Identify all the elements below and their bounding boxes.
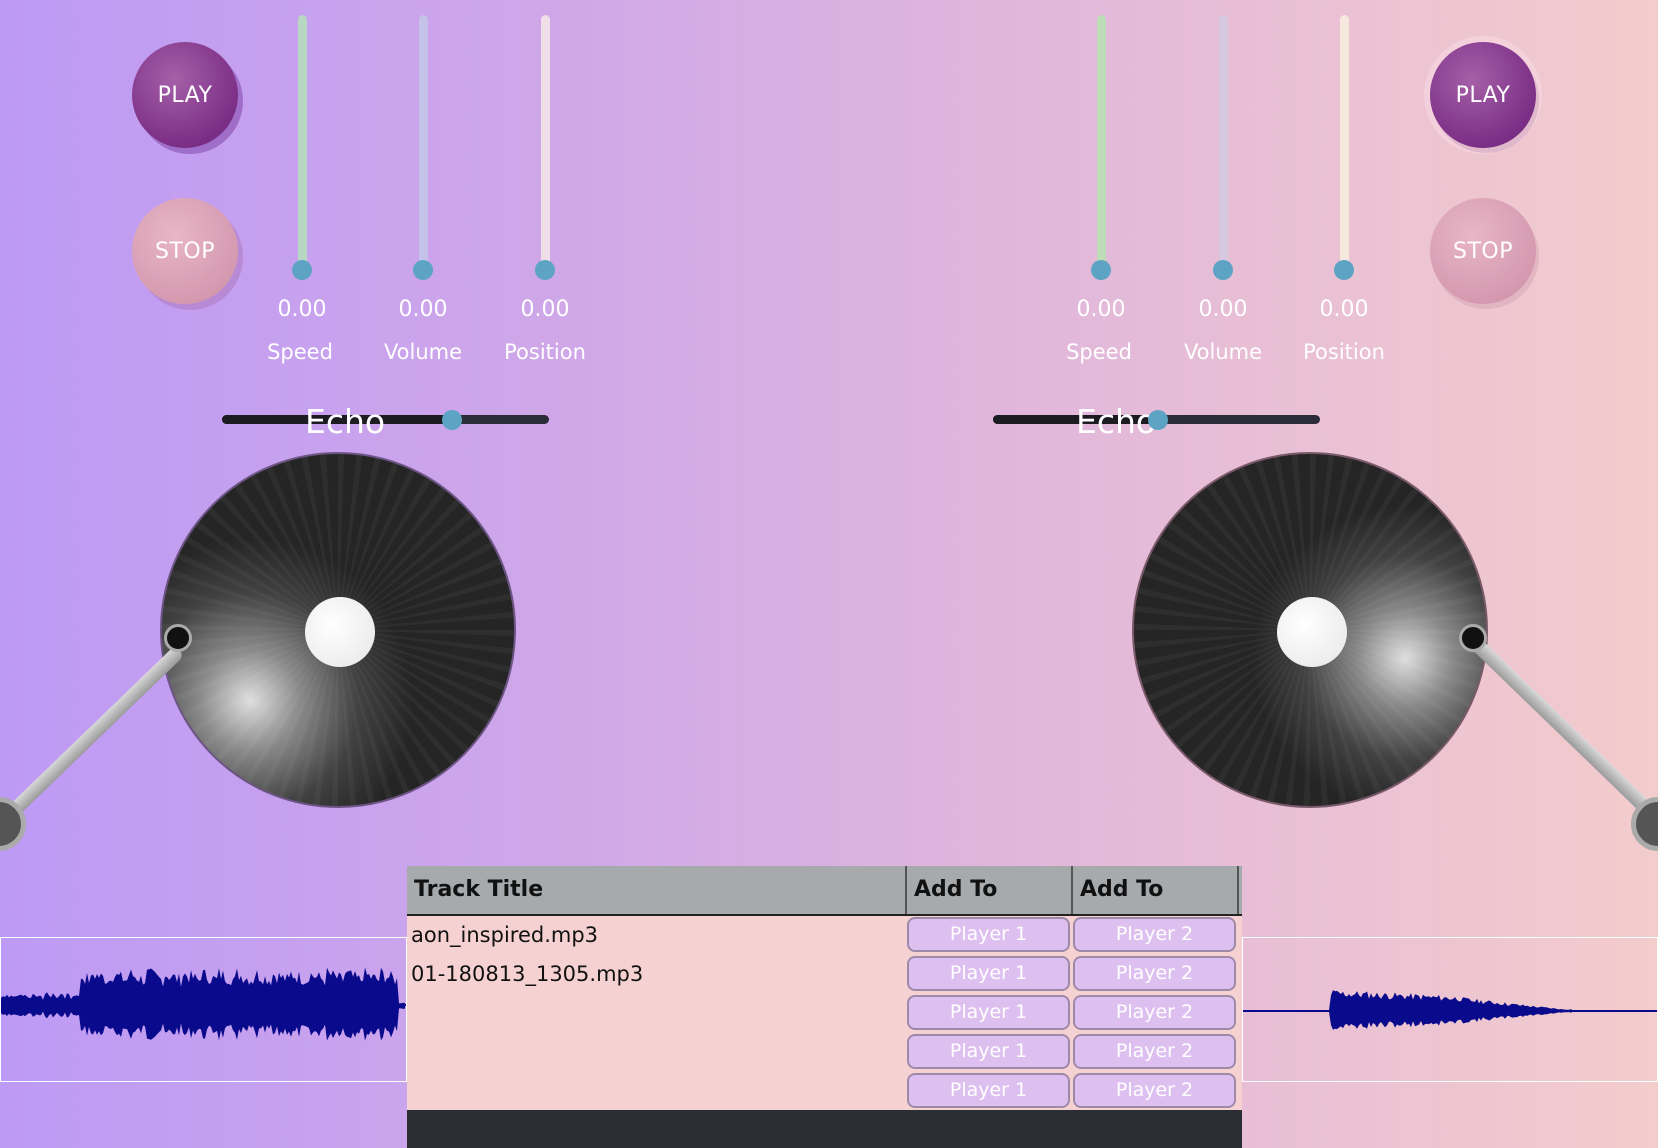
playlist-footer-bar <box>407 1110 1242 1148</box>
deck-left-tonearm-head <box>164 624 192 652</box>
deck-left-stop-button[interactable]: STOP <box>132 198 238 304</box>
deck-right-tonearm <box>1465 632 1655 817</box>
deck-left-echo-thumb[interactable] <box>442 410 462 430</box>
row-5-add-player2-button[interactable]: Player 2 <box>1073 1073 1236 1108</box>
deck-left-speed-slider[interactable] <box>298 15 307 270</box>
right-wave-paths <box>1243 990 1657 1030</box>
deck-right-turntable[interactable] <box>1132 452 1488 808</box>
deck-left-volume-thumb[interactable] <box>413 260 433 280</box>
row-3-add-player1-button[interactable]: Player 1 <box>907 995 1070 1030</box>
deck-left-tonearm <box>0 645 185 828</box>
row-4-add-player1-button[interactable]: Player 1 <box>907 1034 1070 1069</box>
deck-left-position-label: Position <box>504 340 586 364</box>
deck-left-speed-value: 0.00 <box>277 297 327 322</box>
deck-right-echo-thumb[interactable] <box>1148 410 1168 430</box>
deck-right-position-value: 0.00 <box>1319 297 1369 322</box>
deck-right-stop-button[interactable]: STOP <box>1430 198 1536 304</box>
deck-left-position-slider[interactable] <box>541 15 550 270</box>
deck-right-waveform-graph <box>1243 990 1657 1030</box>
playlist-table: Track Title Add To Add To aon_inspired.m… <box>407 866 1242 1148</box>
deck-right-speed-slider[interactable] <box>1097 15 1106 270</box>
deck-left-position-value: 0.00 <box>520 297 570 322</box>
row-4-add-player2-button[interactable]: Player 2 <box>1073 1034 1236 1069</box>
deck-left-speed-label: Speed <box>267 340 333 364</box>
deck-right-tonearm-head <box>1459 624 1487 652</box>
deck-right-record-label <box>1277 597 1347 667</box>
track-title-1[interactable]: aon_inspired.mp3 <box>411 923 598 947</box>
row-2-add-player2-button[interactable]: Player 2 <box>1073 956 1236 991</box>
deck-right-speed-label: Speed <box>1066 340 1132 364</box>
deck-right-volume-thumb[interactable] <box>1213 260 1233 280</box>
deck-left-turntable[interactable] <box>160 452 516 808</box>
deck-left-echo-label: Echo <box>305 402 386 441</box>
deck-left-volume-label: Volume <box>383 340 463 364</box>
deck-right-echo-label: Echo <box>1076 402 1157 441</box>
deck-left-vinyl-record <box>160 452 516 808</box>
deck-left-volume-slider[interactable] <box>419 15 428 270</box>
deck-right-play-button[interactable]: PLAY <box>1430 42 1536 148</box>
playlist-header: Track Title Add To Add To <box>407 866 1242 916</box>
deck-right-position-thumb[interactable] <box>1334 260 1354 280</box>
deck-left-record-label <box>305 597 375 667</box>
left-wave-paths <box>1 967 406 1041</box>
deck-left-play-button[interactable]: PLAY <box>132 42 238 148</box>
row-1-add-player2-button[interactable]: Player 2 <box>1073 917 1236 952</box>
deck-right-waveform[interactable] <box>1242 937 1658 1082</box>
deck-right-position-slider[interactable] <box>1340 15 1349 270</box>
deck-right-vinyl-record <box>1132 452 1488 808</box>
row-1-add-player1-button[interactable]: Player 1 <box>907 917 1070 952</box>
column-header-track-title[interactable]: Track Title <box>407 866 907 914</box>
deck-right-speed-thumb[interactable] <box>1091 260 1111 280</box>
deck-left-echo-slider[interactable] <box>222 415 549 424</box>
track-title-2[interactable]: 01-180813_1305.mp3 <box>411 962 643 986</box>
deck-left-speed-thumb[interactable] <box>292 260 312 280</box>
row-3-add-player2-button[interactable]: Player 2 <box>1073 995 1236 1030</box>
deck-right-position-label: Position <box>1303 340 1385 364</box>
deck-left-waveform-graph <box>1 967 406 1041</box>
deck-right-volume-value: 0.00 <box>1198 297 1248 322</box>
column-header-add-to-1[interactable]: Add To <box>907 866 1073 914</box>
deck-left-waveform[interactable] <box>0 937 407 1082</box>
row-5-add-player1-button[interactable]: Player 1 <box>907 1073 1070 1108</box>
deck-right-volume-slider[interactable] <box>1219 15 1228 270</box>
deck-left-position-thumb[interactable] <box>535 260 555 280</box>
deck-left-volume-value: 0.00 <box>398 297 448 322</box>
row-2-add-player1-button[interactable]: Player 1 <box>907 956 1070 991</box>
column-header-add-to-2[interactable]: Add To <box>1073 866 1239 914</box>
deck-right-speed-value: 0.00 <box>1076 297 1126 322</box>
deck-right-volume-label: Volume <box>1183 340 1263 364</box>
